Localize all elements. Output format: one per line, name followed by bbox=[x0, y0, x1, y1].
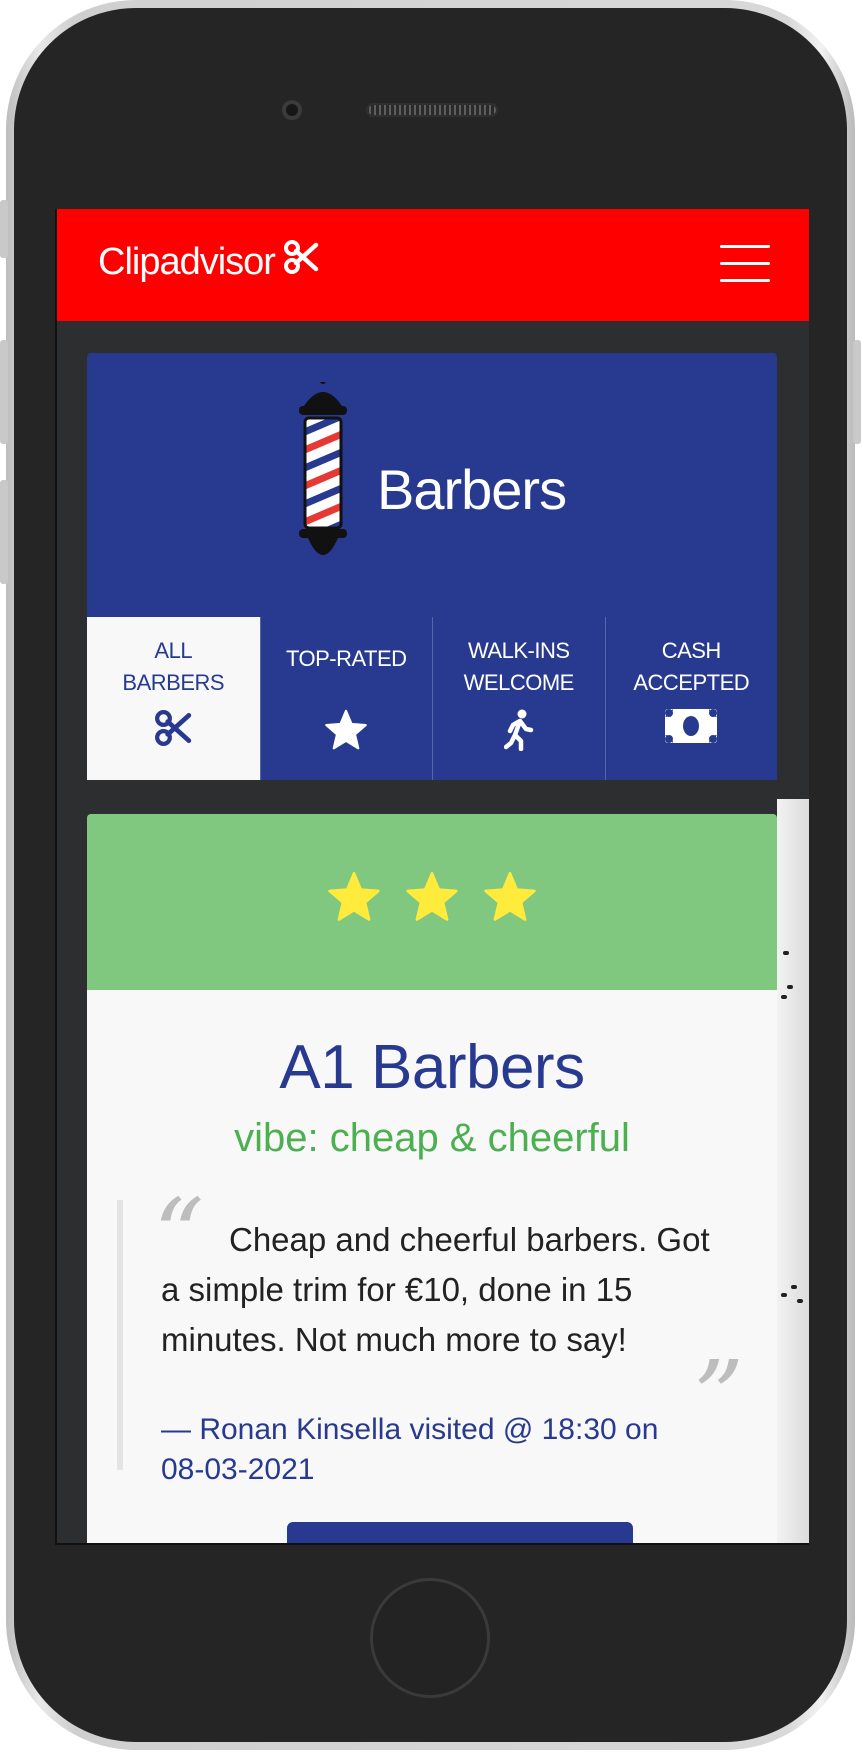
review-text: Cheap and cheerful barbers. Got a simple… bbox=[161, 1221, 710, 1358]
scissors-icon bbox=[154, 709, 192, 752]
earpiece-speaker bbox=[366, 103, 498, 117]
star-icon bbox=[324, 709, 368, 756]
brand-name[interactable]: Clipadvisor bbox=[98, 241, 276, 284]
scissors-icon bbox=[283, 239, 319, 285]
tab-label: WALK-INS WELCOME bbox=[463, 638, 575, 695]
star-icon bbox=[406, 872, 458, 921]
volume-down-button bbox=[0, 480, 8, 584]
navbar: Clipadvisor bbox=[57, 209, 809, 321]
front-camera bbox=[282, 100, 302, 120]
walking-person-icon bbox=[503, 709, 534, 756]
category-banner: Barbers bbox=[87, 353, 777, 617]
tab-label: TOP-RATED bbox=[285, 646, 407, 671]
view-details-button[interactable] bbox=[287, 1522, 633, 1543]
barber-card: A1 Barbers vibe: cheap & cheerful “ Chea… bbox=[87, 990, 777, 1543]
phone-screen: Clipadvisor Barbers ALL BARBERS TOP-RATE… bbox=[55, 209, 809, 1545]
hamburger-menu-icon[interactable] bbox=[720, 245, 770, 283]
rating-header bbox=[87, 814, 777, 990]
tab-top-rated[interactable]: TOP-RATED bbox=[259, 617, 433, 780]
banner-title: Barbers bbox=[377, 458, 567, 521]
home-button[interactable] bbox=[370, 1578, 490, 1698]
shop-name[interactable]: A1 Barbers bbox=[87, 1032, 777, 1103]
star-icon bbox=[484, 872, 536, 921]
tab-all-barbers[interactable]: ALL BARBERS bbox=[87, 617, 260, 780]
tab-walk-ins-welcome[interactable]: WALK-INS WELCOME bbox=[432, 617, 605, 780]
star-icon bbox=[328, 872, 380, 921]
star-rating bbox=[87, 871, 777, 928]
tab-label: CASH ACCEPTED bbox=[633, 638, 750, 695]
brand-logo[interactable]: Clipadvisor bbox=[98, 239, 319, 285]
shop-vibe: vibe: cheap & cheerful bbox=[234, 1116, 630, 1160]
volume-up-button bbox=[0, 340, 8, 444]
barber-pole-icon bbox=[296, 378, 350, 569]
power-button bbox=[853, 340, 861, 444]
review-quote: “ Cheap and cheerful barbers. Got a simp… bbox=[117, 1186, 744, 1486]
filter-tabs: ALL BARBERS TOP-RATED WALK-INS WELCOME C… bbox=[87, 617, 777, 780]
reviewer-line: — Ronan Kinsella visited @ 18:30 on 08-0… bbox=[161, 1413, 659, 1486]
banknote-icon bbox=[665, 709, 718, 748]
background-image-peek bbox=[777, 799, 809, 1543]
tab-label: ALL BARBERS bbox=[122, 638, 225, 695]
mute-switch bbox=[0, 200, 8, 258]
tab-cash-accepted[interactable]: CASH ACCEPTED bbox=[604, 617, 778, 780]
